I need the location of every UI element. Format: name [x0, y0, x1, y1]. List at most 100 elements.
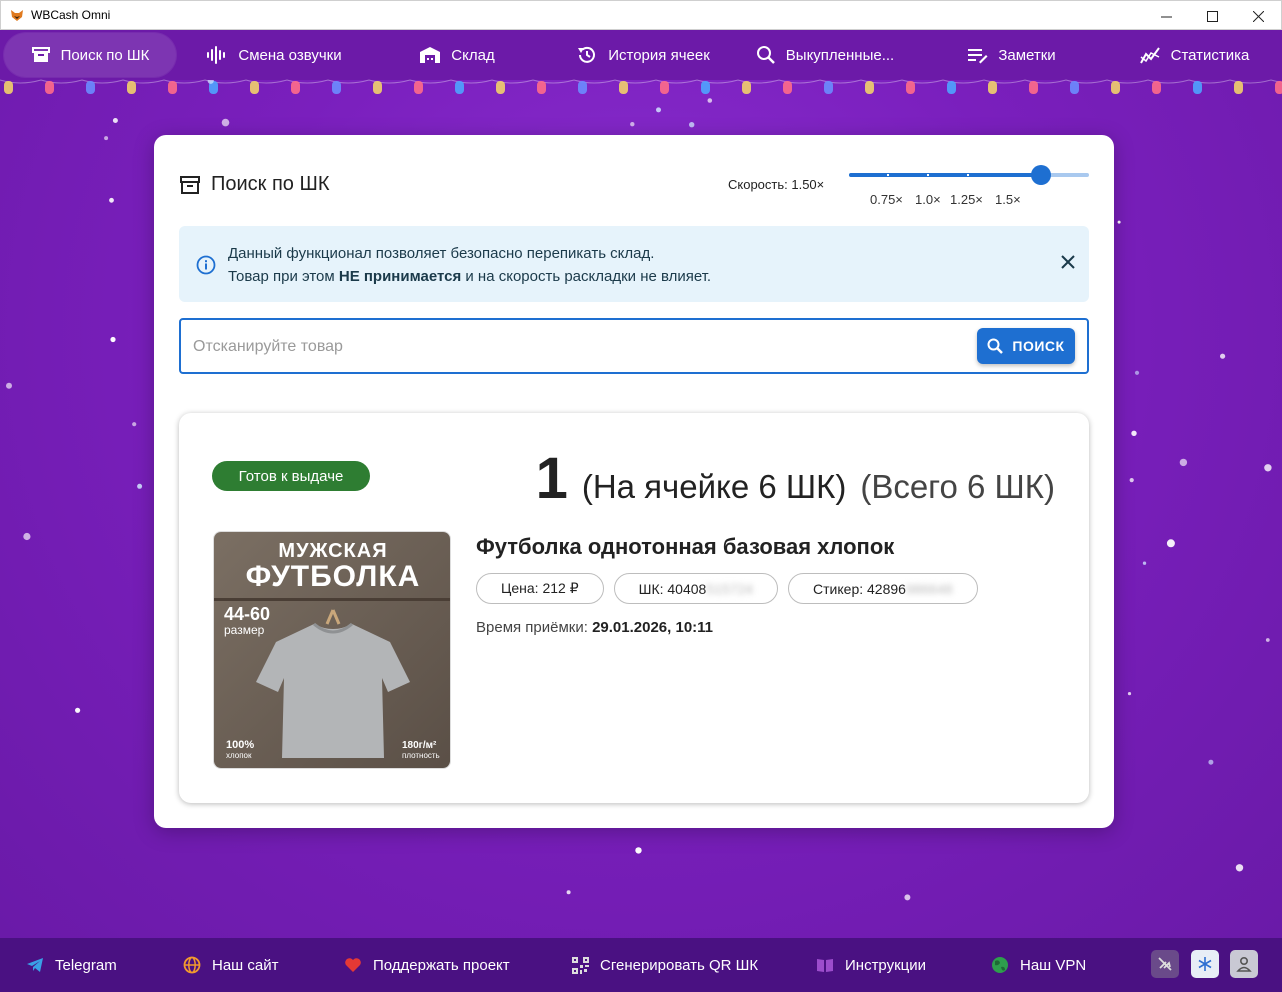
garland-light: [578, 81, 587, 94]
title-bar: WBCash Omni: [0, 0, 1282, 30]
mute-button[interactable]: [1151, 950, 1179, 978]
footer-bar: Telegram Наш сайт Поддержать проект Сген…: [0, 938, 1282, 992]
garland-light: [86, 81, 95, 94]
minimize-icon: [1160, 16, 1172, 17]
top-nav: Поиск по ШК Смена озвучки Склад История …: [0, 30, 1282, 80]
garland-light: [250, 81, 259, 94]
garland-light: [865, 81, 874, 94]
info-alert: Данный функционал позволяет безопасно пе…: [179, 226, 1089, 302]
garland-light: [45, 81, 54, 94]
product-image-size-label: размер: [224, 623, 265, 637]
product-image-density-label: плотность: [402, 751, 440, 760]
nav-tab-redeemed[interactable]: Выкупленные...: [754, 33, 896, 77]
close-icon: [1252, 10, 1264, 22]
info-icon: [196, 255, 216, 275]
garland-light: [824, 81, 833, 94]
speed-slider[interactable]: [849, 165, 1089, 185]
total-count: (Всего 6 ШК): [860, 468, 1055, 505]
christmas-garland: [0, 79, 1282, 94]
slider-mark: 1.5×: [995, 192, 1021, 207]
window-title: WBCash Omni: [31, 8, 111, 22]
product-image-size: 44-60: [224, 604, 270, 624]
slider-mark: 1.0×: [915, 192, 941, 207]
garland-light: [291, 81, 300, 94]
slider-thumb[interactable]: [1031, 165, 1051, 185]
garland-light: [1275, 81, 1282, 94]
footer-telegram-link[interactable]: Telegram: [26, 938, 117, 992]
warehouse-icon: [419, 45, 441, 65]
garland-light: [619, 81, 628, 94]
heart-icon: [344, 957, 362, 973]
maximize-button[interactable]: [1189, 1, 1235, 31]
garland-light: [988, 81, 997, 94]
garland-light: [209, 81, 218, 94]
product-image-line1: МУЖСКАЯ: [278, 540, 387, 562]
nav-tab-barcode-search[interactable]: Поиск по ШК: [4, 33, 176, 77]
acceptance-time: Время приёмки: 29.01.2026, 10:11: [476, 619, 714, 636]
vpn-globe-icon: [991, 956, 1009, 974]
garland-light: [537, 81, 546, 94]
garland-light: [127, 81, 136, 94]
garland-light: [701, 81, 710, 94]
on-cell-count: (На ячейке 6 ШК): [581, 468, 847, 505]
minimize-button[interactable]: [1143, 1, 1189, 31]
nav-tab-notes[interactable]: Заметки: [964, 33, 1058, 77]
close-icon: [1061, 255, 1075, 269]
qr-code-icon: [572, 956, 589, 974]
garland-light: [455, 81, 464, 94]
slider-mark: 0.75×: [870, 192, 903, 207]
footer-vpn-link[interactable]: Наш VPN: [991, 938, 1086, 992]
card-title: Поиск по ШК: [211, 173, 330, 195]
waveform-icon: [206, 45, 228, 65]
slider-mark: 1.25×: [950, 192, 983, 207]
garland-light: [660, 81, 669, 94]
slider-tick: [967, 174, 969, 176]
barcode-chip: ШК: 40408 515724: [613, 573, 779, 604]
search-button[interactable]: ПОИСК: [977, 328, 1075, 364]
search-box: ПОИСК: [179, 318, 1089, 374]
search-icon: [987, 338, 1004, 354]
footer-instructions-link[interactable]: Инструкции: [816, 938, 926, 992]
footer-website-link[interactable]: Наш сайт: [183, 938, 278, 992]
telegram-icon: [26, 957, 44, 973]
cell-number: 1: [535, 446, 568, 511]
garland-light: [1029, 81, 1038, 94]
nav-tab-warehouse[interactable]: Склад: [418, 33, 496, 77]
book-icon: [816, 957, 834, 973]
info-close-button[interactable]: [1061, 253, 1075, 274]
product-image-cotton-label: хлопок: [226, 751, 252, 760]
garland-light: [1070, 81, 1079, 94]
profile-button[interactable]: [1230, 950, 1258, 978]
garland-light: [332, 81, 341, 94]
slider-tick: [887, 174, 889, 176]
garland-light: [496, 81, 505, 94]
close-button[interactable]: [1235, 1, 1281, 31]
archive-icon: [180, 175, 200, 194]
card-header: Поиск по ШК: [179, 173, 329, 196]
speed-label: Скорость: 1.50×: [728, 177, 825, 192]
cell-count-line: 1 (На ячейке 6 ШК) (Всего 6 ШК): [536, 445, 1055, 512]
garland-light: [742, 81, 751, 94]
nav-tab-statistics[interactable]: Статистика: [1136, 33, 1252, 77]
barcode-search-card: Поиск по ШК Скорость: 1.50× 0.75× 1.0× 1…: [154, 135, 1114, 828]
product-title: Футболка однотонная базовая хлопок: [476, 534, 895, 559]
product-chips: Цена: 212 ₽ ШК: 40408 515724 Стикер: 4289…: [476, 573, 988, 604]
product-image: МУЖСКАЯ ФУТБОЛКА 44-60 размер 100% хлопо…: [213, 531, 451, 769]
muted-icon: [1158, 957, 1172, 971]
sticker-chip: Стикер: 42896 986648: [788, 573, 978, 604]
notes-icon: [966, 45, 988, 65]
footer-support-link[interactable]: Поддержать проект: [344, 938, 510, 992]
nav-tab-cell-history[interactable]: История ячеек: [574, 33, 712, 77]
garland-light: [168, 81, 177, 94]
slider-tick: [927, 174, 929, 176]
footer-qr-link[interactable]: Сгенерировать QR ШК: [572, 938, 758, 992]
snow-toggle-button[interactable]: [1191, 950, 1219, 978]
status-badge: Готов к выдаче: [212, 461, 370, 491]
price-chip: Цена: 212 ₽: [476, 573, 604, 604]
result-card: Готов к выдаче 1 (На ячейке 6 ШК) (Всего…: [179, 413, 1089, 803]
globe-icon: [183, 956, 201, 974]
info-text: Данный функционал позволяет безопасно пе…: [228, 245, 712, 285]
fox-logo-icon: [11, 10, 23, 21]
search-input[interactable]: [193, 334, 953, 360]
nav-tab-voice[interactable]: Смена озвучки: [204, 33, 344, 77]
